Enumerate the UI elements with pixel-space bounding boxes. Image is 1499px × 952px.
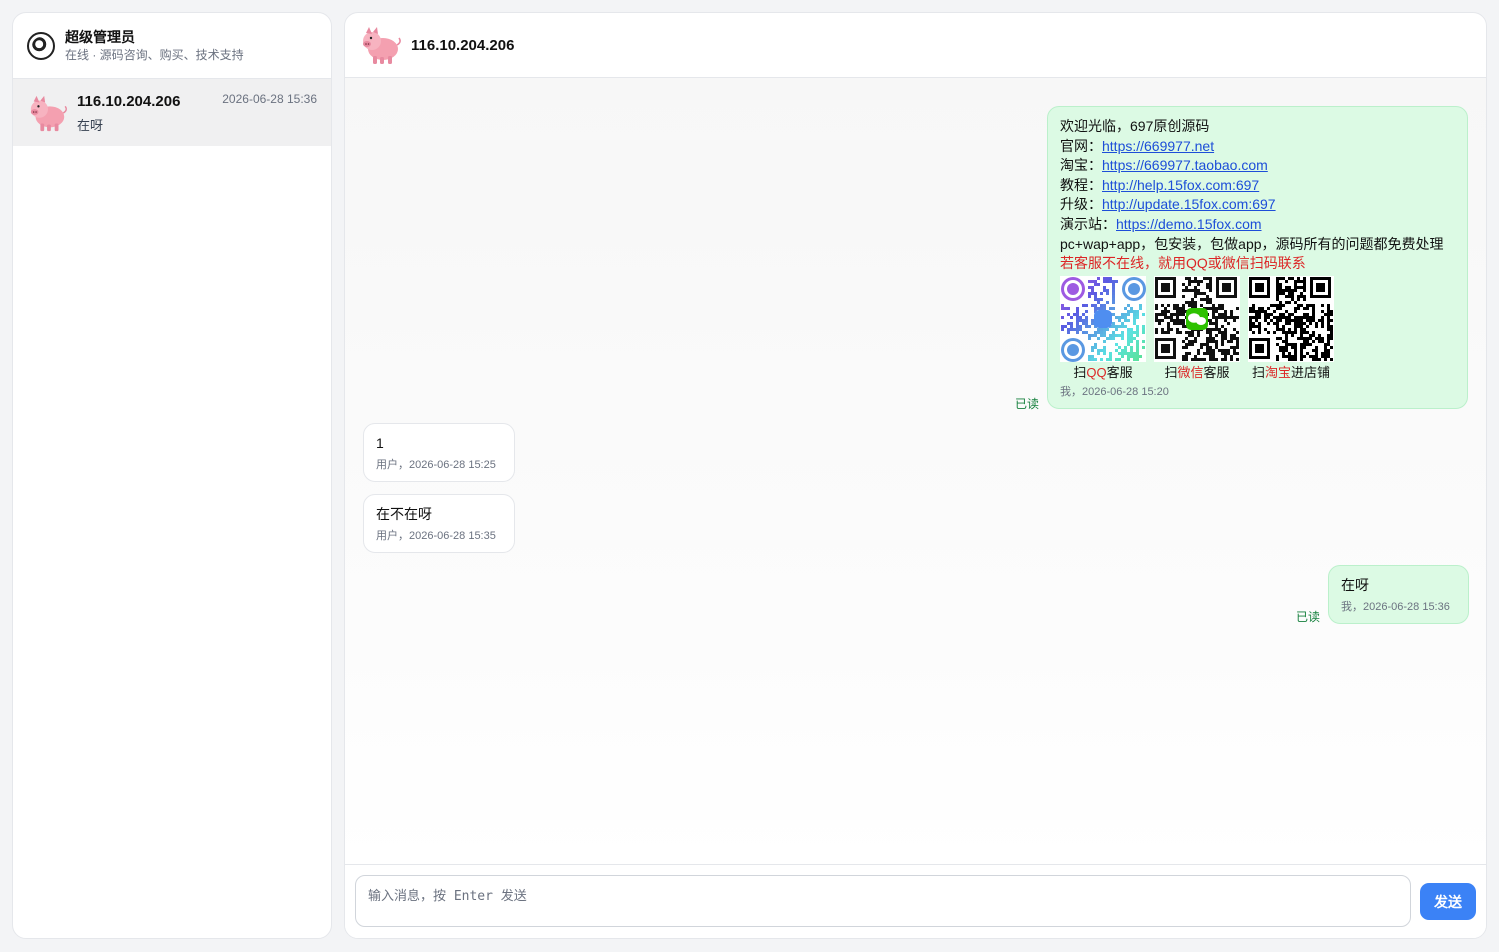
message-input[interactable] xyxy=(355,875,1411,927)
message-meta: 我，2026-06-28 15:36 xyxy=(1341,600,1450,613)
notice-text: 若客服不在线，就用QQ或微信扫码联系 xyxy=(1060,255,1306,272)
message-bubble: 1 用户，2026-06-28 15:25 xyxy=(363,423,515,482)
pig-avatar-icon xyxy=(359,23,403,67)
message-text: 在呀 xyxy=(1341,577,1369,593)
qr-caption: 扫淘宝进店铺 xyxy=(1251,364,1331,380)
wechat-qr-code-icon xyxy=(1154,275,1240,362)
message-list[interactable]: 已读 欢迎光临，697原创源码 官网：https://669977.net 淘宝… xyxy=(345,78,1486,866)
qq-qr: 扫QQ客服 xyxy=(1060,275,1146,381)
message-meta: 用户，2026-06-28 15:35 xyxy=(376,529,496,542)
qr-caption: 扫微信客服 xyxy=(1164,364,1230,380)
message-row: 在呀 我，2026-06-28 15:36 xyxy=(1328,565,1469,624)
demo-link[interactable]: https://demo.15fox.com xyxy=(1116,216,1262,232)
message-bubble: 在呀 我，2026-06-28 15:36 xyxy=(1328,565,1469,624)
message-row: 在不在呀 用户，2026-06-28 15:35 xyxy=(363,494,515,553)
taobao-qr-code-icon xyxy=(1248,275,1334,362)
features-text: pc+wap+app，包安装，包做app，源码所有的问题都免费处理 xyxy=(1060,235,1444,252)
conversation-item[interactable]: 116.10.204.206 在呀 2026-06-28 15:36 xyxy=(13,79,331,146)
chat-panel: 116.10.204.206 已读 欢迎光临，697原创源码 官网：https:… xyxy=(344,12,1487,939)
message-text: 在不在呀 xyxy=(376,506,432,522)
admin-logo-icon xyxy=(27,31,55,60)
qq-qr-code-icon xyxy=(1060,275,1146,362)
message-bubble: 在不在呀 用户，2026-06-28 15:35 xyxy=(363,494,515,553)
conversation-time: 2026-06-28 15:36 xyxy=(222,92,317,106)
taobao-line: 淘宝：https://669977.taobao.com xyxy=(1060,157,1268,174)
admin-name: 超级管理员 xyxy=(65,29,135,45)
qr-caption: 扫QQ客服 xyxy=(1073,364,1133,380)
wechat-qr: 扫微信客服 xyxy=(1154,275,1240,381)
tutorial-line: 教程：http://help.15fox.com:697 xyxy=(1060,176,1260,193)
read-receipt: 已读 xyxy=(1015,397,1040,411)
chat-app: 超级管理员 在线 · 源码咨询、购买、技术支持 116.10.204.206 在… xyxy=(0,0,1499,952)
conversation-last-message: 在呀 xyxy=(77,117,104,133)
demo-line: 演示站：https://demo.15fox.com xyxy=(1060,215,1262,232)
admin-status: 在线 · 源码咨询、购买、技术支持 xyxy=(65,48,244,62)
qr-code-row: 扫QQ客服 扫微信客服 扫淘宝进店铺 xyxy=(1060,275,1455,381)
message-text: 1 xyxy=(376,435,384,451)
upgrade-link[interactable]: http://update.15fox.com:697 xyxy=(1102,196,1276,212)
read-receipt: 已读 xyxy=(1296,610,1321,624)
sidebar: 超级管理员 在线 · 源码咨询、购买、技术支持 116.10.204.206 在… xyxy=(12,12,332,939)
taobao-qr: 扫淘宝进店铺 xyxy=(1248,275,1334,381)
upgrade-line: 升级：http://update.15fox.com:697 xyxy=(1060,196,1276,213)
admin-header: 超级管理员 在线 · 源码咨询、购买、技术支持 xyxy=(13,13,331,79)
site-line: 官网：https://669977.net xyxy=(1060,137,1215,154)
conversation-title: 116.10.204.206 xyxy=(77,92,181,110)
chat-title: 116.10.204.206 xyxy=(411,36,515,54)
message-row: 欢迎光临，697原创源码 官网：https://669977.net 淘宝：ht… xyxy=(1047,106,1468,409)
message-bubble: 欢迎光临，697原创源码 官网：https://669977.net 淘宝：ht… xyxy=(1047,106,1468,409)
taobao-link[interactable]: https://669977.taobao.com xyxy=(1102,157,1268,173)
composer: 发送 xyxy=(345,864,1486,938)
site-link[interactable]: https://669977.net xyxy=(1102,138,1214,154)
message-meta: 用户，2026-06-28 15:25 xyxy=(376,458,496,471)
chat-header: 116.10.204.206 xyxy=(345,13,1486,78)
welcome-text: 欢迎光临，697原创源码 xyxy=(1060,118,1210,134)
send-button[interactable]: 发送 xyxy=(1420,883,1476,920)
message-meta: 我，2026-06-28 15:20 xyxy=(1060,385,1169,398)
message-row: 1 用户，2026-06-28 15:25 xyxy=(363,423,515,482)
pig-avatar-icon xyxy=(27,92,69,134)
tutorial-link[interactable]: http://help.15fox.com:697 xyxy=(1102,177,1259,193)
